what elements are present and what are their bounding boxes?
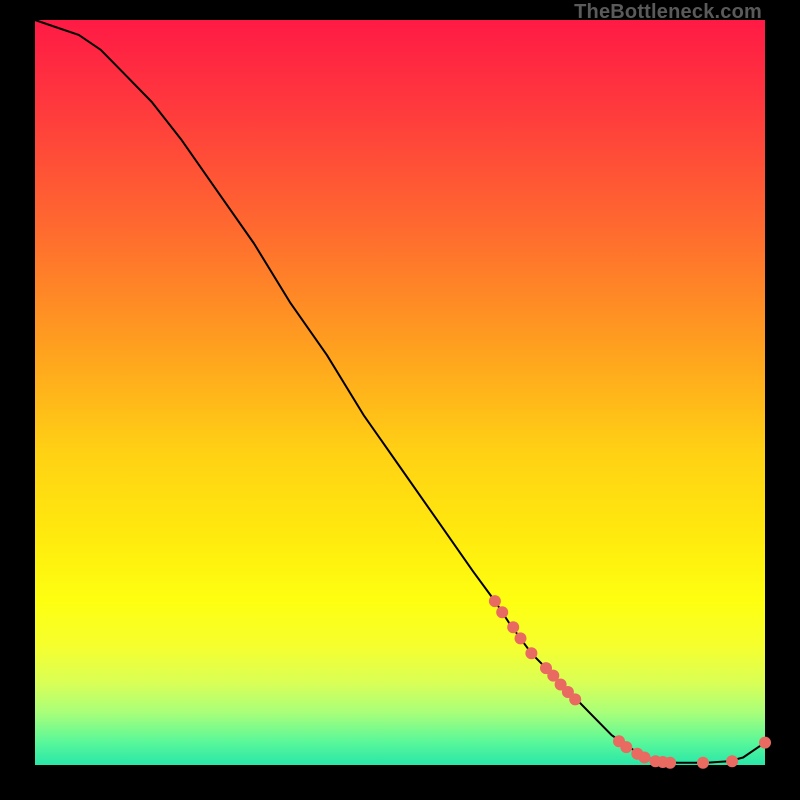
series-curve [35, 20, 765, 763]
data-marker [664, 757, 676, 769]
data-marker [697, 757, 709, 769]
data-marker [515, 632, 527, 644]
data-marker [759, 737, 771, 749]
data-marker [507, 621, 519, 633]
data-marker [569, 693, 581, 705]
data-marker [620, 741, 632, 753]
data-marker [489, 595, 501, 607]
chart-svg [35, 20, 765, 765]
data-marker [726, 755, 738, 767]
data-marker [496, 606, 508, 618]
data-marker [639, 752, 651, 764]
data-marker [525, 647, 537, 659]
plot-area [35, 20, 765, 765]
chart-frame: TheBottleneck.com [0, 0, 800, 800]
series-markers [489, 595, 771, 769]
